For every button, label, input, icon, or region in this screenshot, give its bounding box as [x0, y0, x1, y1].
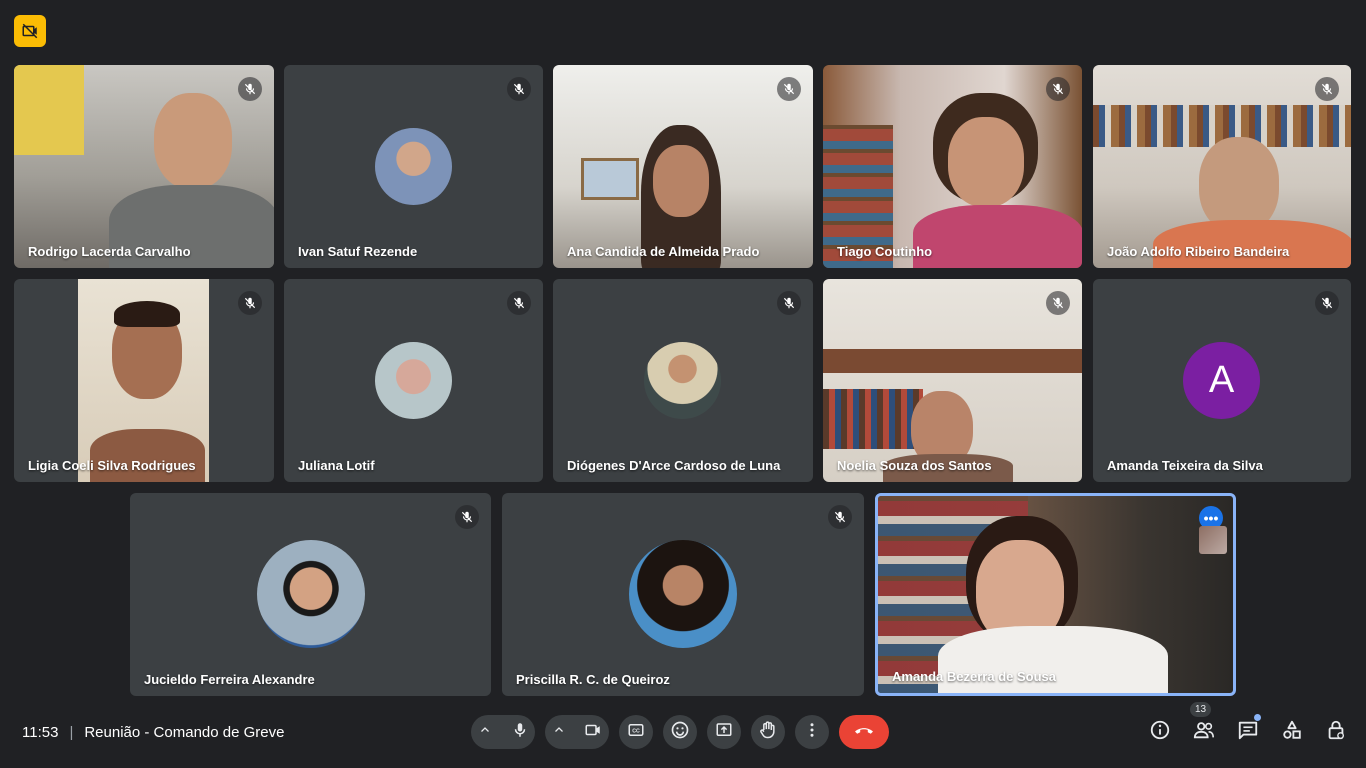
avatar: A — [1183, 342, 1260, 419]
shelf — [823, 349, 1082, 373]
participant-name: Ligia Coeli Silva Rodrigues — [28, 458, 196, 473]
participant-tile[interactable]: A Amanda Teixeira da Silva — [1093, 279, 1351, 482]
wall-frame — [581, 158, 639, 200]
mic-icon[interactable] — [511, 721, 529, 744]
participant-name: Diógenes D'Arce Cardoso de Luna — [567, 458, 781, 473]
participant-name: Ivan Satuf Rezende — [298, 244, 418, 259]
present-icon — [714, 721, 734, 744]
mic-off-icon — [1046, 77, 1070, 101]
participant-tile[interactable]: Tiago Coutinho — [823, 65, 1082, 268]
raise-hand-button[interactable] — [751, 715, 785, 749]
camera-control[interactable] — [545, 715, 609, 749]
bookshelf — [823, 389, 923, 449]
person-body — [913, 205, 1082, 268]
mic-off-icon — [1315, 291, 1339, 315]
participant-name: João Adolfo Ribeiro Bandeira — [1107, 244, 1290, 259]
participant-tile[interactable]: Rodrigo Lacerda Carvalho — [14, 65, 274, 268]
side-panel-controls: 13 — [1148, 702, 1348, 744]
participant-tile[interactable]: Priscilla R. C. de Queiroz — [502, 493, 864, 696]
unread-dot — [1254, 714, 1261, 721]
mic-off-icon — [1046, 291, 1070, 315]
mic-off-icon — [507, 77, 531, 101]
person-body — [938, 626, 1168, 693]
emoji-icon — [670, 720, 690, 745]
raise-hand-icon — [758, 720, 778, 745]
emoji-button[interactable] — [663, 715, 697, 749]
participant-tile[interactable]: Ana Candida de Almeida Prado — [553, 65, 813, 268]
mic-off-icon — [1315, 77, 1339, 101]
self-view-thumbnail[interactable] — [1199, 526, 1227, 554]
avatar — [375, 342, 452, 419]
person-video — [1199, 137, 1279, 233]
activities-icon[interactable] — [1280, 716, 1304, 744]
camera-icon[interactable] — [583, 721, 603, 744]
participants-count-badge: 13 — [1190, 702, 1212, 717]
mic-off-icon — [507, 291, 531, 315]
participant-name: Amanda Teixeira da Silva — [1107, 458, 1263, 473]
wall-picture — [14, 65, 84, 155]
participant-name: Noelia Souza dos Santos — [837, 458, 992, 473]
present-button[interactable] — [707, 715, 741, 749]
person-video — [948, 117, 1024, 207]
participant-tile[interactable]: Juliana Lotif — [284, 279, 543, 482]
person-video — [154, 93, 232, 189]
mic-off-icon — [238, 77, 262, 101]
end-call-button[interactable] — [839, 715, 889, 749]
participant-tile[interactable]: Diógenes D'Arce Cardoso de Luna — [553, 279, 813, 482]
avatar — [375, 128, 452, 205]
participant-tile[interactable]: Noelia Souza dos Santos — [823, 279, 1082, 482]
person-hair — [114, 301, 180, 327]
people-icon[interactable]: 13 — [1190, 702, 1216, 744]
participant-tile[interactable]: Ligia Coeli Silva Rodrigues — [14, 279, 274, 482]
participant-name: Amanda Bezerra de Sousa — [892, 669, 1057, 684]
info-icon[interactable] — [1148, 716, 1172, 744]
mic-off-icon — [238, 291, 262, 315]
mic-off-icon — [828, 505, 852, 529]
captions-icon: CC — [626, 721, 646, 744]
divider: | — [69, 724, 74, 741]
mic-off-icon — [777, 291, 801, 315]
svg-text:CC: CC — [632, 728, 640, 734]
avatar — [629, 540, 737, 648]
end-call-icon — [852, 718, 876, 747]
avatar — [644, 342, 721, 419]
participant-name: Juliana Lotif — [298, 458, 375, 473]
participant-name: Priscilla R. C. de Queiroz — [516, 672, 670, 687]
participant-tile[interactable]: João Adolfo Ribeiro Bandeira — [1093, 65, 1351, 268]
participant-tile[interactable]: Jucieldo Ferreira Alexandre — [130, 493, 491, 696]
chevron-up-icon[interactable] — [553, 723, 565, 741]
person-body — [90, 429, 205, 482]
participant-name: Jucieldo Ferreira Alexandre — [144, 672, 315, 687]
participant-name: Ana Candida de Almeida Prado — [567, 244, 760, 259]
mic-off-icon — [777, 77, 801, 101]
avatar — [257, 540, 365, 648]
participant-tile-self[interactable]: ••• Amanda Bezerra de Sousa — [875, 493, 1236, 696]
chat-icon[interactable] — [1236, 714, 1261, 744]
mic-off-icon — [455, 505, 479, 529]
participant-name: Tiago Coutinho — [837, 244, 933, 259]
call-controls: CC — [471, 715, 889, 749]
meeting-info: 11:53 | Reunião - Comando de Greve — [22, 724, 284, 741]
captions-button[interactable]: CC — [619, 715, 653, 749]
person-face — [653, 145, 709, 217]
mic-control[interactable] — [471, 715, 535, 749]
host-controls-icon[interactable] — [1324, 716, 1348, 744]
recording-off-icon[interactable] — [14, 15, 46, 47]
participant-tile[interactable]: Ivan Satuf Rezende — [284, 65, 543, 268]
more-options-button[interactable] — [795, 715, 829, 749]
chevron-up-icon[interactable] — [479, 723, 491, 741]
more-vert-icon — [803, 721, 821, 744]
meeting-title: Reunião - Comando de Greve — [84, 724, 285, 741]
participant-name: Rodrigo Lacerda Carvalho — [28, 244, 191, 259]
meet-window: Rodrigo Lacerda Carvalho Ivan Satuf Reze… — [0, 0, 1366, 768]
clock: 11:53 — [22, 724, 59, 741]
